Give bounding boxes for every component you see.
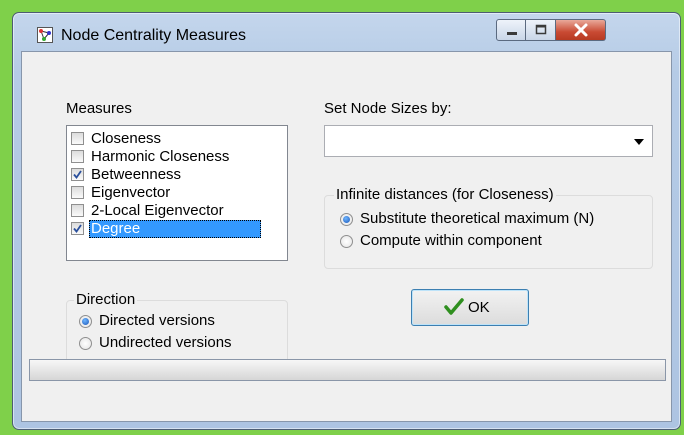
measures-label: Measures (66, 100, 132, 117)
chevron-down-icon (634, 139, 644, 145)
substitute-max-radio[interactable] (340, 213, 353, 226)
check-icon (73, 170, 82, 179)
list-item-label: Betweenness (91, 166, 182, 183)
node-sizes-dropdown[interactable] (324, 125, 653, 157)
closeness-checkbox[interactable] (71, 132, 84, 145)
direction-title: Direction (74, 291, 138, 308)
maximize-button[interactable] (526, 19, 556, 41)
list-item-label: Degree (89, 220, 261, 238)
list-item-degree[interactable]: Degree (68, 220, 286, 238)
check-icon (73, 224, 82, 233)
list-item-closeness[interactable]: Closeness (68, 130, 286, 148)
undirected-radio[interactable] (79, 337, 92, 350)
status-bar (29, 359, 666, 381)
graph-app-icon (37, 27, 53, 43)
minimize-button[interactable] (496, 19, 526, 41)
undirected-label: Undirected versions (99, 334, 232, 351)
dialog-window: Node Centrality Measures Measures Closen… (12, 12, 681, 430)
eigenvector-checkbox[interactable] (71, 186, 84, 199)
ok-button[interactable]: OK (411, 289, 529, 326)
list-item-label: 2-Local Eigenvector (91, 202, 224, 219)
window-title: Node Centrality Measures (61, 27, 246, 44)
degree-checkbox[interactable] (71, 222, 84, 235)
list-item-label: Harmonic Closeness (91, 148, 230, 165)
checkmark-icon (444, 298, 464, 315)
list-item-label: Closeness (91, 130, 162, 147)
list-item-eigenvector[interactable]: Eigenvector (68, 184, 286, 202)
node-sizes-label: Set Node Sizes by: (324, 100, 452, 117)
harmonic-closeness-checkbox[interactable] (71, 150, 84, 163)
directed-radio[interactable] (79, 315, 92, 328)
close-button[interactable] (556, 19, 606, 41)
substitute-max-label: Substitute theoretical maximum (N) (360, 210, 595, 227)
infinite-distances-title: Infinite distances (for Closeness) (334, 186, 556, 203)
ok-label: OK (468, 299, 490, 316)
list-item-betweenness[interactable]: Betweenness (68, 166, 286, 184)
compute-within-radio[interactable] (340, 235, 353, 248)
list-item-2-local-eigenvector[interactable]: 2-Local Eigenvector (68, 202, 286, 220)
compute-within-label: Compute within component (360, 232, 542, 249)
2-local-eigenvector-checkbox[interactable] (71, 204, 84, 217)
directed-label: Directed versions (99, 312, 215, 329)
list-item-label: Eigenvector (91, 184, 171, 201)
measures-listbox[interactable]: Closeness Harmonic Closeness Betweenness… (66, 125, 288, 261)
list-item-harmonic-closeness[interactable]: Harmonic Closeness (68, 148, 286, 166)
betweenness-checkbox[interactable] (71, 168, 84, 181)
